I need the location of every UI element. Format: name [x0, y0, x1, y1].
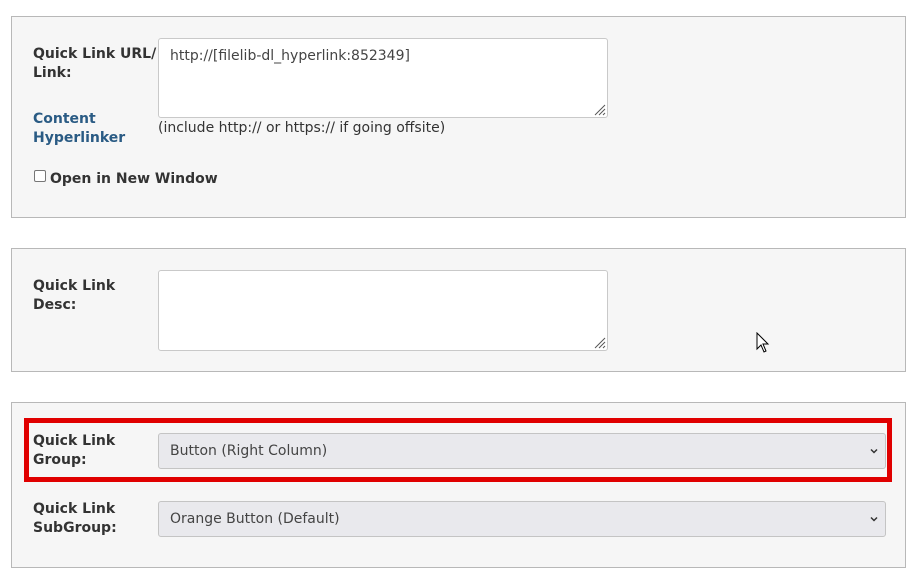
subgroup-label: Quick Link SubGroup: [33, 500, 117, 538]
content-hyperlinker-line1: Content [33, 111, 96, 127]
url-label: Quick Link URL/ Link: [33, 45, 156, 83]
description-label: Quick Link Desc: [33, 277, 115, 315]
url-label-line1: Quick Link URL/ [33, 46, 157, 62]
group-label-line2: Group: [33, 452, 87, 468]
description-label-line2: Desc: [33, 297, 77, 313]
subgroup-select-value: Orange Button (Default) [170, 511, 340, 527]
subgroup-label-line2: SubGroup: [33, 520, 117, 536]
description-input[interactable] [158, 270, 608, 351]
resize-grip-icon[interactable] [592, 102, 606, 116]
group-select[interactable]: Button (Right Column) [158, 433, 886, 469]
mouse-pointer-icon [756, 332, 770, 353]
open-new-window-label[interactable]: Open in New Window [50, 170, 218, 189]
content-hyperlinker-line2: Hyperlinker [33, 130, 126, 146]
subgroup-label-line1: Quick Link [33, 501, 116, 517]
chevron-down-icon [870, 516, 878, 522]
url-panel: Quick Link URL/ Link: http://[filelib-dl… [11, 16, 906, 218]
group-select-value: Button (Right Column) [170, 443, 328, 459]
url-input-value: http://[filelib-dl_hyperlink:852349] [170, 48, 410, 64]
description-panel: Quick Link Desc: [11, 248, 906, 372]
group-label: Quick Link Group: [33, 432, 115, 470]
description-label-line1: Quick Link [33, 278, 116, 294]
content-hyperlinker-link[interactable]: Content Hyperlinker [33, 110, 125, 148]
url-input[interactable]: http://[filelib-dl_hyperlink:852349] [158, 38, 608, 118]
open-new-window-checkbox[interactable] [34, 170, 46, 182]
group-panel: Quick Link Group: Button (Right Column) … [11, 402, 906, 568]
group-label-line1: Quick Link [33, 433, 116, 449]
chevron-down-icon [870, 448, 878, 454]
url-hint-text: (include http:// or https:// if going of… [158, 120, 446, 136]
resize-grip-icon[interactable] [592, 335, 606, 349]
url-label-line2: Link: [33, 65, 72, 81]
subgroup-select[interactable]: Orange Button (Default) [158, 501, 886, 537]
